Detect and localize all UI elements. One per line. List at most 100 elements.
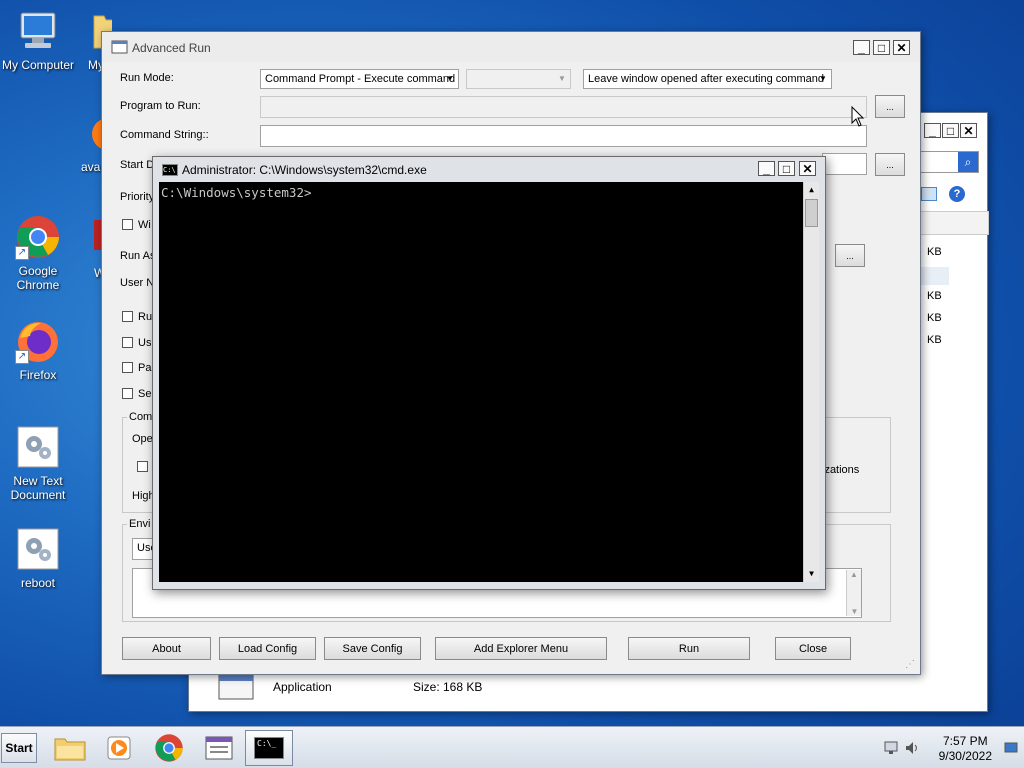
cmd-icon: C:\_ — [254, 737, 284, 759]
file-size: KB — [927, 312, 942, 324]
after-execution-value: Leave window opened after executing comm… — [588, 73, 825, 85]
secondary-select[interactable]: ▼ — [466, 69, 571, 89]
computer-icon — [15, 8, 61, 54]
window-title: Administrator: C:\Windows\system32\cmd.e… — [182, 163, 427, 177]
scroll-up-icon[interactable]: ▲ — [847, 570, 861, 579]
close-button[interactable]: ✕ — [960, 123, 977, 138]
run-button[interactable]: Run — [628, 637, 750, 660]
scroll-down-icon[interactable]: ▼ — [847, 607, 862, 616]
us-checkbox[interactable] — [122, 337, 133, 348]
taskbar: Start C:\_ 7:57 PM 9/30/2022 — [0, 726, 1024, 768]
run-mode-label: Run Mode: — [120, 72, 174, 84]
settings-file-icon — [15, 424, 61, 470]
pa-checkbox[interactable] — [122, 362, 133, 373]
desktop-icon-label: My Computer — [1, 58, 75, 72]
save-config-button[interactable]: Save Config — [324, 637, 421, 660]
scroll-thumb[interactable] — [805, 199, 818, 227]
title-bar[interactable]: Advanced Run _ □ ✕ — [102, 32, 920, 62]
browse-program-button[interactable]: ... — [875, 95, 905, 118]
after-execution-select[interactable]: Leave window opened after executing comm… — [583, 69, 832, 89]
search-icon[interactable]: ⌕ — [958, 152, 978, 172]
group-title: Envi — [127, 518, 153, 530]
ru-checkbox[interactable] — [122, 311, 133, 322]
chevron-down-icon: ▼ — [819, 74, 827, 83]
system-tray: 7:57 PM 9/30/2022 — [884, 730, 1024, 766]
textarea-scrollbar[interactable]: ▲ ▼ — [846, 570, 861, 616]
desktop-icon-new-text-document[interactable]: New Text Document — [0, 424, 76, 502]
start-button[interactable]: Start — [1, 733, 37, 763]
console-output[interactable]: C:\Windows\system32> ▲ ▼ — [159, 182, 819, 582]
chrome-icon — [155, 734, 183, 762]
title-bar[interactable]: C:\ Administrator: C:\Windows\system32\c… — [153, 157, 825, 183]
se-checkbox-label: Se — [138, 388, 152, 400]
browse-directory-button[interactable]: ... — [875, 153, 905, 176]
desktop-icon-label: My — [88, 58, 104, 72]
compat-checkbox[interactable] — [137, 461, 148, 472]
maximize-button[interactable]: □ — [873, 40, 890, 55]
taskbar-advanced-run[interactable] — [195, 730, 243, 766]
view-icon[interactable] — [921, 187, 937, 201]
network-icon[interactable] — [884, 740, 898, 756]
program-to-run-input[interactable] — [260, 96, 867, 118]
optimizations-label: izations — [822, 464, 860, 476]
about-button[interactable]: About — [122, 637, 211, 660]
close-button[interactable]: ✕ — [893, 40, 910, 55]
taskbar-media-player[interactable] — [95, 730, 143, 766]
add-explorer-menu-button[interactable]: Add Explorer Menu — [435, 637, 607, 660]
taskbar-chrome[interactable] — [145, 730, 193, 766]
desktop-icon-my-computer[interactable]: My Computer — [0, 8, 76, 72]
clock-time: 7:57 PM — [942, 734, 988, 748]
show-desktop-icon[interactable] — [1004, 741, 1018, 755]
start-directory-input[interactable] — [822, 153, 867, 175]
options-label: Ope — [132, 433, 153, 445]
console-prompt: C:\Windows\system32> — [161, 185, 312, 200]
priority-label: Priority — [120, 191, 155, 203]
selected-row[interactable] — [919, 267, 949, 285]
mouse-cursor-icon — [851, 105, 865, 128]
advanced-run-app-icon — [111, 40, 128, 54]
desktop-icon-google-chrome[interactable]: ↗ Google Chrome — [0, 214, 76, 292]
minimize-button[interactable]: _ — [758, 161, 775, 176]
close-dialog-button[interactable]: Close — [775, 637, 851, 660]
window-title: Advanced Run — [132, 41, 211, 55]
scroll-up-icon[interactable]: ▲ — [804, 182, 819, 198]
run-mode-value: Command Prompt - Execute command — [265, 73, 456, 85]
desktop-icon-reboot[interactable]: reboot — [0, 526, 76, 590]
desktop-icon-firefox[interactable]: ↗ Firefox — [0, 318, 76, 382]
shortcut-arrow-icon: ↗ — [15, 246, 29, 260]
column-header[interactable] — [917, 211, 989, 235]
run-mode-select[interactable]: Command Prompt - Execute command ▼ — [260, 69, 459, 89]
console-scrollbar[interactable]: ▲ ▼ — [803, 182, 819, 582]
clock[interactable]: 7:57 PM 9/30/2022 — [939, 734, 992, 764]
media-player-icon — [107, 736, 131, 760]
load-config-button[interactable]: Load Config — [219, 637, 316, 660]
advanced-run-icon — [205, 736, 233, 760]
desktop-icon-label: Google Chrome — [16, 264, 60, 292]
group-title: Com — [127, 411, 155, 423]
browse-runas-button[interactable]: ... — [835, 244, 865, 267]
taskbar-cmd[interactable]: C:\_ — [245, 730, 293, 766]
cmd-window: C:\ Administrator: C:\Windows\system32\c… — [152, 156, 826, 590]
minimize-button[interactable]: _ — [924, 123, 941, 138]
volume-icon[interactable] — [904, 740, 920, 756]
command-string-label: Command String:: — [120, 129, 209, 141]
maximize-button[interactable]: □ — [942, 123, 959, 138]
se-checkbox[interactable] — [122, 388, 133, 399]
resize-grip-icon[interactable]: ⋰ — [905, 659, 917, 671]
minimize-button[interactable]: _ — [853, 40, 870, 55]
close-button[interactable]: ✕ — [799, 161, 816, 176]
maximize-button[interactable]: □ — [778, 161, 795, 176]
ru-checkbox-label: Ru — [138, 311, 153, 323]
taskbar-explorer[interactable] — [46, 730, 94, 766]
file-size-label: Size: 168 KB — [413, 680, 483, 694]
file-type-label: Application — [273, 680, 332, 694]
desktop-icon-label: Firefox — [19, 368, 57, 382]
scroll-down-icon[interactable]: ▼ — [804, 566, 819, 582]
help-icon[interactable]: ? — [949, 186, 965, 202]
chrome-icon: ↗ — [15, 214, 61, 260]
command-string-input[interactable] — [260, 125, 867, 147]
program-to-run-label: Program to Run: — [120, 100, 201, 112]
file-size: KB — [927, 290, 942, 302]
wi-checkbox[interactable] — [122, 219, 133, 230]
firefox-icon: ↗ — [15, 318, 61, 364]
